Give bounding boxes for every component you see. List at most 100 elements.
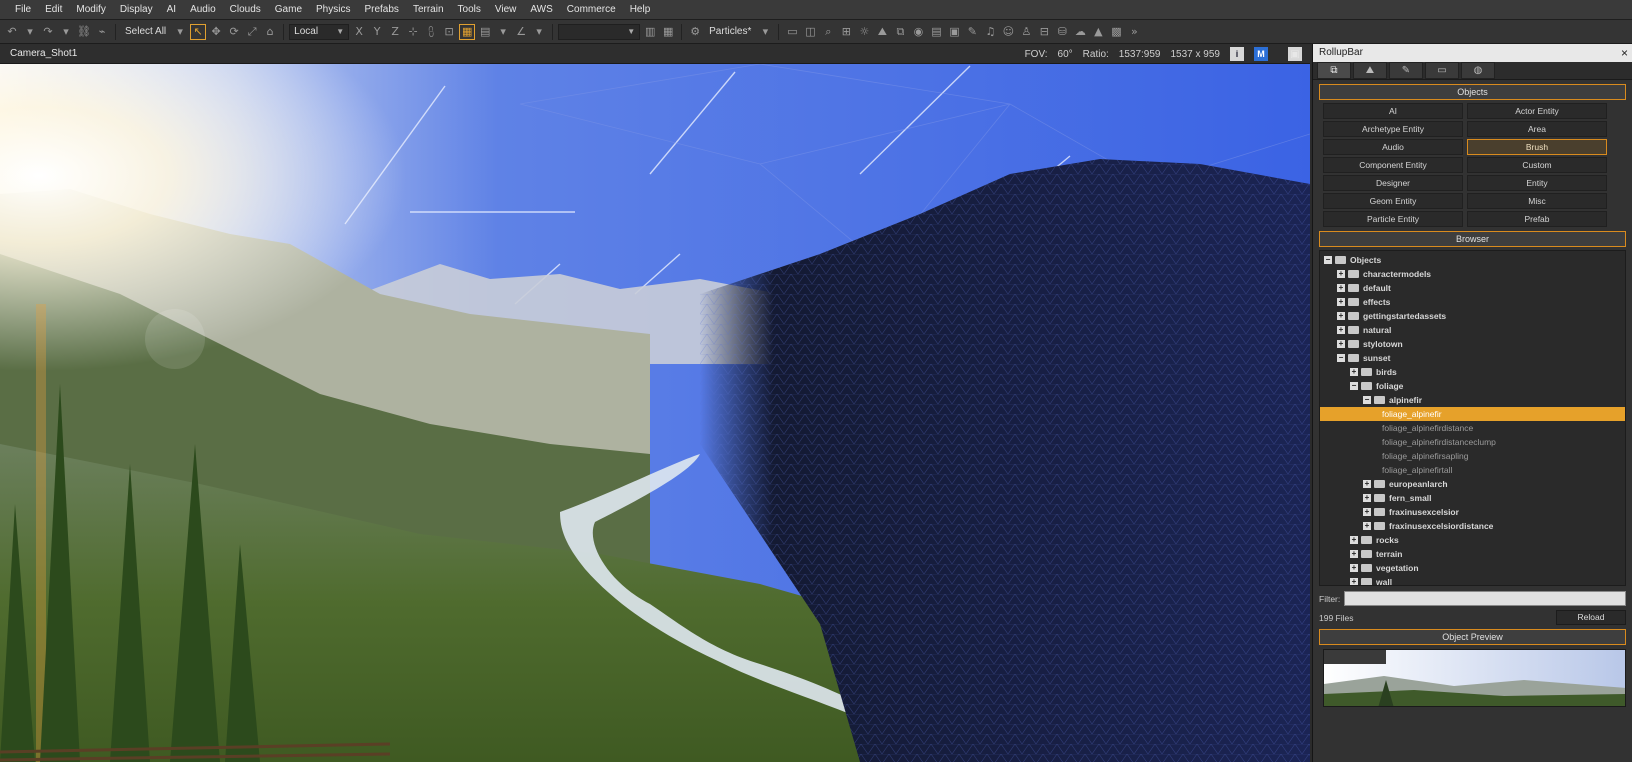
menu-prefabs[interactable]: Prefabs [357,0,405,20]
grid-options-arrow-icon[interactable]: ▾ [495,24,511,40]
tree-item-folder[interactable]: + fraxinusexcelsiordistance [1320,519,1625,533]
object-type-prefab-button[interactable]: Prefab [1467,211,1607,227]
menu-tools[interactable]: Tools [451,0,488,20]
tree-item-folder[interactable]: − alpinefir [1320,393,1625,407]
toolbar-overflow-icon[interactable]: » [1126,24,1142,40]
camera-settings-icon[interactable]: ▣ [1288,47,1302,61]
flow-graph-icon[interactable]: ⧉ [892,24,908,40]
expand-icon[interactable]: + [1337,298,1345,306]
expand-icon[interactable]: + [1363,522,1371,530]
close-icon[interactable]: × [1621,44,1628,62]
object-type-designer-button[interactable]: Designer [1323,175,1463,191]
object-type-area-button[interactable]: Area [1467,121,1607,137]
expand-icon[interactable]: + [1350,536,1358,544]
object-type-actor-entity-button[interactable]: Actor Entity [1467,103,1607,119]
expand-icon[interactable]: + [1337,312,1345,320]
db-view-icon[interactable]: ⊟ [1036,24,1052,40]
menu-file[interactable]: File [8,0,38,20]
object-type-particle-entity-button[interactable]: Particle Entity [1323,211,1463,227]
angle-snap-arrow-icon[interactable]: ▾ [531,24,547,40]
unlink-icon[interactable]: ⌁ [94,24,110,40]
modify-tab-icon[interactable]: ✎ [1389,62,1423,79]
object-type-brush-button[interactable]: Brush [1467,139,1607,155]
tree-item-folder[interactable]: − Objects [1320,253,1625,267]
menu-view[interactable]: View [488,0,524,20]
terrain-editor-icon[interactable]: ⛰ [874,24,890,40]
console-icon[interactable]: ▭ [784,24,800,40]
redo-icon[interactable]: ↷ [40,24,56,40]
display-tab-icon[interactable]: ▭ [1425,62,1459,79]
menu-terrain[interactable]: Terrain [406,0,451,20]
tree-item-folder[interactable]: + vegetation [1320,561,1625,575]
mannequin-icon[interactable]: ☺ [1000,24,1016,40]
expand-icon[interactable]: + [1350,368,1358,376]
object-type-ai-button[interactable]: AI [1323,103,1463,119]
menu-aws[interactable]: AWS [523,0,559,20]
link-icon[interactable]: ⛓ [76,24,92,40]
object-type-custom-button[interactable]: Custom [1467,157,1607,173]
layer-visibility-icon[interactable]: ▦ [660,24,676,40]
expand-icon[interactable]: + [1350,564,1358,572]
tree-item-file[interactable]: foliage_alpinefirdistanceclump [1320,435,1625,449]
axis-z-icon[interactable]: Z [387,24,403,40]
expand-icon[interactable]: + [1350,550,1358,558]
tree-item-folder[interactable]: + default [1320,281,1625,295]
scale-tool-icon[interactable]: ⤢ [244,24,260,40]
terrain-snap-icon[interactable]: ⩉ [423,24,439,40]
rotate-tool-icon[interactable]: ⟳ [226,24,242,40]
tree-item-file[interactable]: foliage_alpinefirsapling [1320,449,1625,463]
grid-snap-icon[interactable]: ▦ [459,23,476,40]
object-type-entity-button[interactable]: Entity [1467,175,1607,191]
gamelift-icon[interactable]: ▲ [1090,24,1106,40]
object-type-audio-button[interactable]: Audio [1323,139,1463,155]
tree-item-file[interactable]: foliage_alpinefir [1320,407,1625,421]
snap-to-object-icon[interactable]: ⊡ [441,24,457,40]
database-icon[interactable]: ⛁ [1054,24,1070,40]
layers-tab-icon[interactable]: ◍ [1461,62,1495,79]
menu-audio[interactable]: Audio [183,0,223,20]
object-type-geom-entity-button[interactable]: Geom Entity [1323,193,1463,209]
menu-clouds[interactable]: Clouds [223,0,268,20]
tree-item-folder[interactable]: + effects [1320,295,1625,309]
undo-dropdown-icon[interactable]: ▾ [22,24,38,40]
menu-help[interactable]: Help [623,0,658,20]
tree-item-folder[interactable]: + stylotown [1320,337,1625,351]
expand-icon[interactable]: + [1350,578,1358,585]
menu-commerce[interactable]: Commerce [560,0,623,20]
angle-snap-icon[interactable]: ∠ [513,24,529,40]
asset-browser-icon[interactable]: ▩ [1108,24,1124,40]
tree-item-folder[interactable]: + fraxinusexcelsior [1320,505,1625,519]
object-type-misc-button[interactable]: Misc [1467,193,1607,209]
select-mode-arrow-icon[interactable]: ▾ [172,24,188,40]
menu-physics[interactable]: Physics [309,0,357,20]
menu-edit[interactable]: Edit [38,0,69,20]
paint-tool-icon[interactable]: ⌂ [262,24,278,40]
menu-display[interactable]: Display [113,0,160,20]
expand-icon[interactable]: + [1337,326,1345,334]
collapse-icon[interactable]: − [1324,256,1332,264]
cloud-icon[interactable]: ☁ [1072,24,1088,40]
axis-xy-icon[interactable]: ⊹ [405,24,421,40]
geppetto-icon[interactable]: ♙ [1018,24,1034,40]
expand-icon[interactable]: + [1337,340,1345,348]
axis-y-icon[interactable]: Y [369,24,385,40]
collapse-icon[interactable]: − [1363,396,1371,404]
browser-section-header[interactable]: Browser [1319,231,1626,247]
coordinate-space-dropdown[interactable]: Local ▼ [289,23,350,40]
layer-editor-icon[interactable]: ▤ [928,24,944,40]
tree-item-folder[interactable]: + fern_small [1320,491,1625,505]
maximize-viewport-icon[interactable]: M [1254,47,1268,61]
tree-item-folder[interactable]: + wall [1320,575,1625,585]
ratio-value[interactable]: 1537:959 [1119,49,1161,60]
lighting-icon[interactable]: ☼ [856,24,872,40]
tree-item-folder[interactable]: + birds [1320,365,1625,379]
search-icon[interactable]: ⌕ [820,24,836,40]
expand-icon[interactable]: + [1337,284,1345,292]
menu-game[interactable]: Game [268,0,309,20]
tree-item-file[interactable]: foliage_alpinefirtall [1320,463,1625,477]
menu-ai[interactable]: AI [160,0,183,20]
undo-icon[interactable]: ↶ [4,24,20,40]
tree-item-folder[interactable]: − sunset [1320,351,1625,365]
tree-item-folder[interactable]: + europeanlarch [1320,477,1625,491]
tree-item-file[interactable]: foliage_alpinefirdistance [1320,421,1625,435]
